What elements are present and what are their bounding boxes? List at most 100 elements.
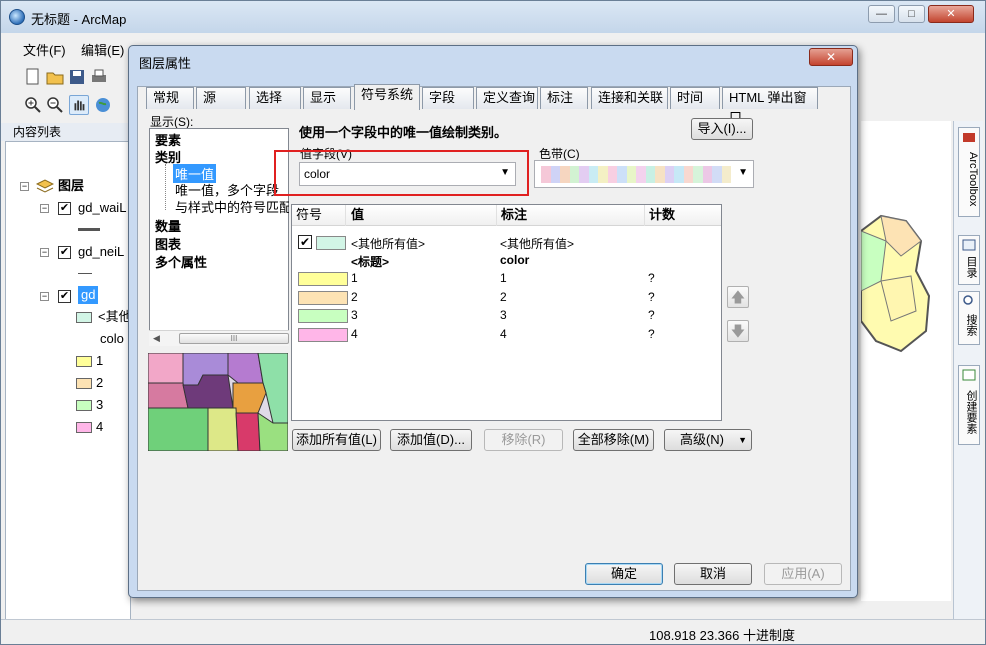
color-ramp-dropdown[interactable]: ▼ [534,160,754,188]
collapse-layer-toggle[interactable]: − [40,292,49,301]
table-of-contents: − 图层 − ✔ gd_waiL − ✔ gd_neiL − ✔ gd <其他 … [5,141,132,641]
dialog-close-button[interactable]: ✕ [809,48,853,66]
column-header-count[interactable]: 计数 [645,205,723,226]
row-value: <其他所有值> [351,237,426,251]
table-row[interactable]: <标题> color [292,252,721,270]
menu-file[interactable]: 文件(F) [23,40,66,59]
show-item-quantities[interactable]: 数量 [155,216,181,235]
new-document-icon[interactable] [23,67,43,87]
cancel-button[interactable]: 取消 [674,563,752,585]
dock-tab-catalog[interactable]: 目录 [958,235,980,285]
row-symbol[interactable] [316,236,346,250]
layer-name-selected[interactable]: gd [78,286,99,304]
show-item-charts[interactable]: 图表 [155,234,181,253]
line-symbol[interactable] [78,273,92,274]
import-button[interactable]: 导入(I)... [691,118,753,140]
table-row[interactable]: 3 3 ? [292,307,721,325]
right-dock: ArcToolbox 目录 搜索 创建要素 [953,121,983,621]
pan-hand-icon[interactable] [69,95,89,115]
row-count: ? [648,271,655,285]
tab-definition-query[interactable]: 定义查询 [476,87,538,109]
column-header-symbol[interactable]: 符号 [292,205,346,226]
collapse-layer-toggle[interactable]: − [40,204,49,213]
row-symbol[interactable] [298,291,348,305]
row-checkbox[interactable]: ✔ [298,235,312,249]
menu-edit[interactable]: 编辑(E) [81,40,124,59]
scroll-thumb[interactable]: III [179,333,289,344]
show-item-unique-values-many[interactable]: 唯一值，多个字段 [175,180,279,197]
arctoolbox-icon [963,133,975,142]
row-symbol[interactable] [298,272,348,286]
symbol-classes-grid[interactable]: 符号 值 标注 计数 ✔ <其他所有值> <其他所有值> <标题> color … [291,204,722,421]
table-row[interactable]: ✔ <其他所有值> <其他所有值> [292,234,721,252]
remove-all-button[interactable]: 全部移除(M) [573,429,654,451]
table-row[interactable]: 4 4 ? [292,326,721,344]
color-ramp-swatch [598,166,608,183]
scroll-left-icon[interactable]: ◀ [153,333,160,344]
tab-display[interactable]: 显示 [303,87,351,109]
legend-swatch[interactable] [76,378,92,389]
show-item-multiple-attributes[interactable]: 多个属性 [155,252,207,271]
column-header-value[interactable]: 值 [347,205,497,226]
tab-selection[interactable]: 选择 [249,87,301,109]
advanced-button[interactable]: 高级(N) ▼ [664,429,752,451]
row-value: 4 [351,327,358,341]
table-row[interactable]: 2 2 ? [292,289,721,307]
move-up-button[interactable]: 🡅 [727,286,749,308]
chevron-down-icon: ▼ [738,435,747,445]
row-symbol[interactable] [298,328,348,342]
ok-button[interactable]: 确定 [585,563,663,585]
move-down-button[interactable]: 🡇 [727,320,749,342]
minimize-button[interactable]: — [868,5,895,23]
legend-swatch[interactable] [76,400,92,411]
layer-visibility-checkbox[interactable]: ✔ [58,246,71,259]
dock-tab-arctoolbox[interactable]: ArcToolbox [958,127,980,217]
create-features-icon [962,369,976,381]
row-label: 4 [500,327,507,341]
maximize-button[interactable]: □ [898,5,925,23]
tab-symbology[interactable]: 符号系统 [354,84,420,110]
tab-labels[interactable]: 标注 [540,87,588,109]
zoom-in-icon[interactable] [23,95,43,115]
show-item-clip: 与样式中的符号匹配 [149,197,289,214]
show-tree-scrollbar[interactable]: ◀ III ▶ [149,330,302,346]
layer-name[interactable]: gd_waiL [78,199,126,217]
tab-time[interactable]: 时间 [670,87,720,109]
row-value: <标题> [351,255,390,269]
tab-general[interactable]: 常规 [146,87,194,109]
color-ramp-swatch [626,166,636,183]
map-canvas[interactable] [861,121,951,601]
dock-tab-search[interactable]: 搜索 [958,291,980,345]
tab-html-popup[interactable]: HTML 弹出窗口 [722,87,818,125]
collapse-layer-toggle[interactable]: − [40,248,49,257]
tab-joins-relates[interactable]: 连接和关联 [591,87,668,109]
column-header-label[interactable]: 标注 [497,205,645,226]
table-row[interactable]: 1 1 ? [292,270,721,288]
save-icon[interactable] [67,67,87,87]
tab-fields[interactable]: 字段 [422,87,474,109]
legend-swatch[interactable] [76,356,92,367]
row-symbol[interactable] [298,309,348,323]
layer-visibility-checkbox[interactable]: ✔ [58,290,71,303]
show-item-match-style[interactable]: 与样式中的符号匹配 [175,197,289,214]
row-label: 3 [500,308,507,322]
legend-swatch-other[interactable] [76,312,92,323]
layer-name[interactable]: gd_neiL [78,243,124,261]
line-symbol[interactable] [78,228,100,231]
open-folder-icon[interactable] [45,67,65,87]
legend-class-label: 3 [96,397,104,412]
print-icon[interactable] [89,67,109,87]
collapse-layers-toggle[interactable]: − [20,182,29,191]
add-values-button[interactable]: 添加值(D)... [390,429,472,451]
layer-visibility-checkbox[interactable]: ✔ [58,202,71,215]
add-all-values-button[interactable]: 添加所有值(L) [292,429,381,451]
zoom-out-icon[interactable] [45,95,65,115]
close-button[interactable]: ✕ [928,5,974,23]
dock-tab-create-features[interactable]: 创建要素 [958,365,980,445]
remove-button[interactable]: 移除(R) [484,429,563,451]
tab-source[interactable]: 源 [196,87,246,109]
full-extent-globe-icon[interactable] [93,95,113,115]
apply-button[interactable]: 应用(A) [764,563,842,585]
color-ramp-swatch [702,166,712,183]
legend-swatch[interactable] [76,422,92,433]
